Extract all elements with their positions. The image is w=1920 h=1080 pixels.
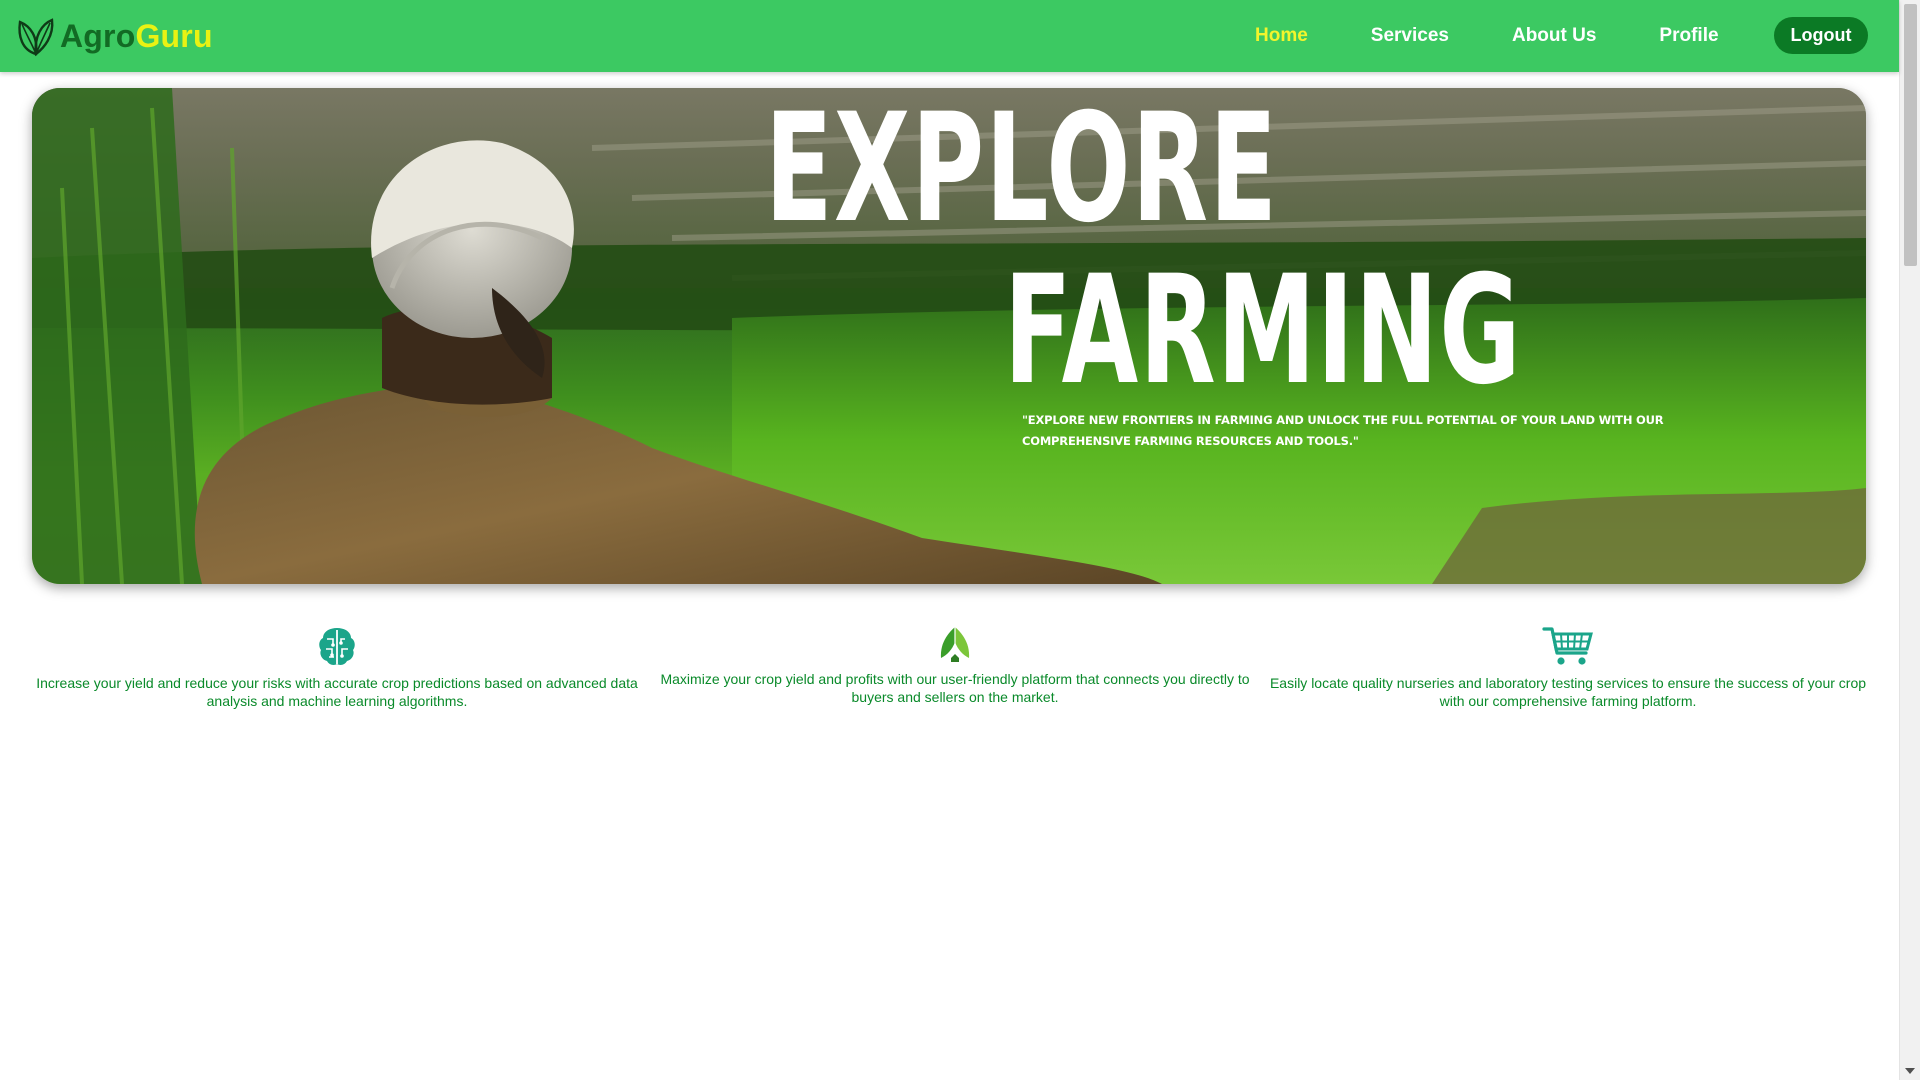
shopping-cart-icon bbox=[1542, 627, 1593, 665]
nav-link-services[interactable]: Services bbox=[1371, 25, 1449, 47]
leaf-house-icon bbox=[940, 627, 970, 662]
brand-name-part1: Agro bbox=[60, 18, 136, 54]
vertical-scrollbar[interactable] bbox=[1899, 0, 1920, 1080]
hero-quote: "Explore new frontiers in farming and un… bbox=[1022, 413, 1664, 448]
brand-name-part2: Guru bbox=[135, 18, 213, 54]
scroll-down-arrow-icon[interactable] bbox=[1905, 1068, 1915, 1074]
hero-title-line2: FARMING bbox=[1004, 244, 1522, 418]
nav-link-about-us[interactable]: About Us bbox=[1512, 25, 1596, 47]
nav-link-profile[interactable]: Profile bbox=[1659, 25, 1718, 47]
feature-text-marketplace: Maximize your crop yield and profits wit… bbox=[660, 671, 1250, 705]
feature-text-prediction: Increase your yield and reduce your risk… bbox=[36, 675, 638, 709]
brand-name: AgroGuru bbox=[60, 14, 213, 58]
brain-circuit-icon bbox=[319, 628, 355, 665]
feature-card-marketplace: Maximize your crop yield and profits wit… bbox=[660, 624, 1250, 706]
feature-card-nurseries: Easily locate quality nurseries and labo… bbox=[1266, 624, 1870, 710]
logout-button[interactable]: Logout bbox=[1774, 17, 1868, 54]
hero-banner: EXPLORE FARMING "Explore new frontiers i… bbox=[32, 88, 1866, 584]
hero-title-line1: EXPLORE bbox=[765, 88, 1279, 256]
nav-links: Home Services About Us Profile bbox=[1255, 0, 1719, 72]
feature-text-nurseries: Easily locate quality nurseries and labo… bbox=[1269, 675, 1867, 709]
feature-card-prediction: Increase your yield and reduce your risk… bbox=[32, 624, 642, 710]
brand-logo[interactable]: AgroGuru bbox=[14, 14, 213, 58]
navbar: AgroGuru Home Services About Us Profile … bbox=[0, 0, 1899, 72]
scroll-thumb[interactable] bbox=[1904, 4, 1917, 266]
nav-link-home[interactable]: Home bbox=[1255, 25, 1308, 47]
leaf-logo-icon bbox=[18, 18, 54, 57]
